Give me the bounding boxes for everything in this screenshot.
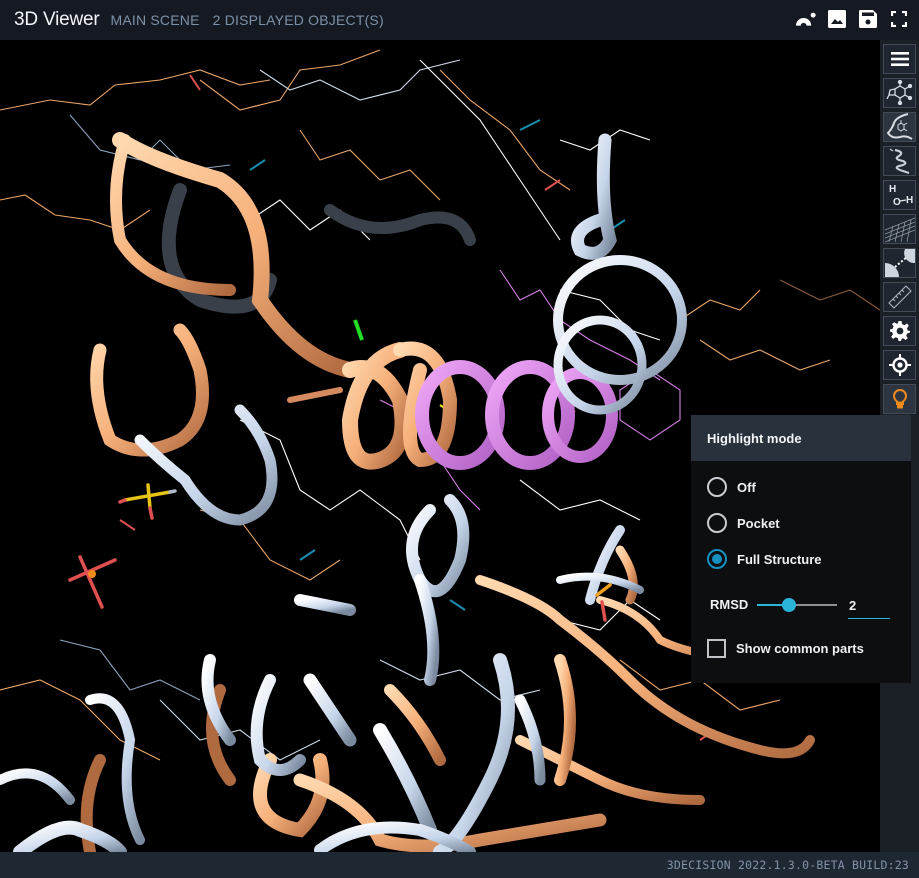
toolbar-cartoon-button[interactable]	[883, 146, 916, 176]
save-button[interactable]	[857, 8, 878, 29]
toolbar-menu-button[interactable]	[883, 44, 916, 74]
target-icon	[888, 354, 911, 376]
ligand-icon	[885, 80, 912, 106]
highlight-option-pocket[interactable]: Pocket	[707, 513, 780, 533]
toolbar-mesh-button[interactable]	[883, 214, 916, 244]
app-title: 3D Viewer	[14, 9, 100, 30]
menu-icon	[890, 52, 909, 66]
status-bar: 3DECISION 2022.1.3.0-BETA BUILD:23	[0, 852, 919, 878]
distance-icon	[884, 249, 915, 277]
version-label: 3DECISION 2022.1.3.0-BETA BUILD:23	[666, 858, 909, 872]
svg-text:H: H	[889, 184, 896, 195]
top-bar: 3D Viewer MAIN SCENE 2 DISPLAYED OBJECT(…	[0, 0, 919, 40]
radio-full-structure[interactable]	[707, 549, 727, 569]
radio-off[interactable]	[707, 477, 727, 497]
pocket-ligand-icon	[886, 113, 913, 140]
water-icon: HO H	[889, 184, 913, 208]
toolbar-pocket-button[interactable]	[883, 112, 916, 142]
lightbulb-icon	[892, 389, 907, 409]
surface-icon	[795, 12, 816, 26]
toolbar-ligand-button[interactable]	[883, 78, 916, 108]
highlight-option-full-structure[interactable]: Full Structure	[707, 549, 822, 569]
svg-text:O: O	[893, 197, 901, 208]
rmsd-slider[interactable]	[757, 598, 837, 612]
surface-button[interactable]	[795, 8, 816, 29]
save-icon	[858, 9, 877, 28]
slider-thumb[interactable]	[782, 598, 796, 612]
image-icon	[827, 9, 846, 28]
fullscreen-button[interactable]	[888, 8, 909, 29]
panel-title: Highlight mode	[691, 415, 911, 461]
highlight-option-off[interactable]: Off	[707, 477, 756, 497]
toolbar-center-button[interactable]	[883, 350, 916, 380]
toolbar-settings-button[interactable]	[883, 316, 916, 346]
toolbar-highlight-button[interactable]	[883, 384, 916, 414]
toolbar-distance-button[interactable]	[883, 248, 916, 278]
rmsd-label: RMSD	[710, 597, 749, 612]
helix-icon	[889, 148, 909, 175]
toolbar-measure-button[interactable]	[883, 282, 916, 312]
mesh-icon	[884, 217, 915, 242]
option-label: Full Structure	[737, 551, 822, 567]
screenshot-button[interactable]	[826, 8, 847, 29]
toolbar-water-button[interactable]: HOH	[883, 180, 916, 210]
radio-pocket[interactable]	[707, 513, 727, 533]
option-label: Pocket	[737, 515, 780, 531]
option-label: Off	[737, 479, 756, 495]
show-common-parts-option[interactable]: Show common parts	[707, 639, 864, 658]
ribbons-structure-b	[0, 133, 687, 852]
checkbox-label: Show common parts	[736, 641, 864, 656]
breadcrumb-displayed-objects[interactable]: 2 DISPLAYED OBJECT(S)	[213, 12, 384, 28]
gear-icon	[889, 321, 910, 341]
breadcrumb-main-scene[interactable]: MAIN SCENE	[111, 12, 200, 28]
sulfate-ion	[118, 483, 177, 520]
header-actions	[795, 8, 909, 29]
fullscreen-icon	[890, 10, 907, 27]
show-common-parts-checkbox[interactable]	[707, 639, 726, 658]
highlight-mode-panel: Highlight mode Off Pocket Full Structure…	[691, 415, 911, 683]
svg-text:H: H	[906, 195, 913, 206]
ruler-icon	[887, 285, 912, 309]
rmsd-value-input[interactable]	[848, 593, 890, 619]
